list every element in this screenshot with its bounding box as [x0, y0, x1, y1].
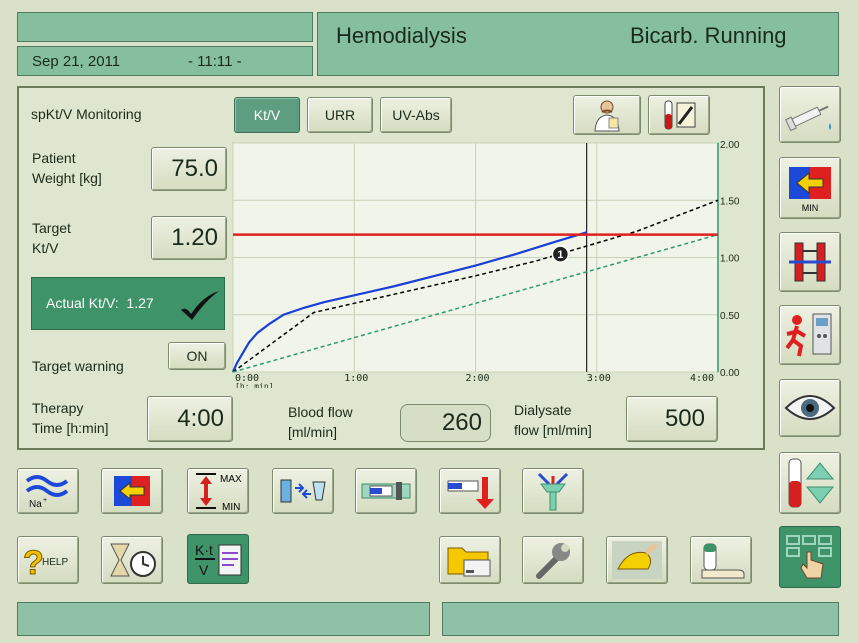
- tab-uv-abs[interactable]: UV-Abs: [380, 97, 452, 133]
- folder-button[interactable]: [439, 536, 501, 584]
- tab-urr[interactable]: URR: [307, 97, 373, 133]
- blood-flow-value[interactable]: 260: [400, 404, 491, 442]
- cleaning-button[interactable]: [606, 536, 668, 584]
- disinfect-button[interactable]: [690, 536, 752, 584]
- x-unit-label: [h: min]: [235, 382, 274, 388]
- dialysate-flow-label: Dialysate flow [ml/min]: [514, 402, 592, 438]
- sodium-profile-button[interactable]: Na +: [17, 468, 79, 514]
- help-button[interactable]: ? HELP: [17, 536, 79, 584]
- filter-change-button[interactable]: [272, 468, 334, 514]
- blood-sample-button[interactable]: [648, 95, 710, 135]
- syringe-icon: [785, 105, 831, 131]
- connector-icon: [537, 472, 569, 511]
- ktv-button[interactable]: K·t V: [187, 534, 249, 584]
- panel-title: spKt/V Monitoring: [31, 106, 142, 122]
- filter-change-icon: [280, 479, 326, 503]
- level-adjust-icon: [788, 458, 835, 508]
- status-bar-left: [17, 602, 430, 636]
- eye-icon: [784, 395, 836, 420]
- date-time-box: Sep 21, 2011 - 11:11 -: [17, 46, 313, 76]
- min-uf-icon: MIN: [789, 167, 831, 213]
- x-tick-label: 1:00: [344, 373, 368, 384]
- sodium-profile-icon: Na +: [25, 475, 69, 510]
- dialyzer-disinfect-icon: [701, 543, 745, 579]
- level-adjust-button[interactable]: [779, 452, 841, 514]
- wrench-icon: [536, 543, 570, 579]
- emergency-exit-icon: [785, 313, 832, 357]
- blood-flow-label: Blood flow [ml/min]: [288, 404, 353, 440]
- header-blank-box: [17, 12, 313, 42]
- target-ktv-label: Target Kt/V: [32, 220, 71, 256]
- status-bar-right: [442, 602, 839, 636]
- mode-status-box: Hemodialysis Bicarb. Running: [317, 12, 839, 76]
- doctor-button[interactable]: [573, 95, 641, 135]
- max-min-limits-icon: MAX MIN: [196, 473, 242, 512]
- y-tick-label: 0.00: [720, 368, 740, 379]
- ktv-icon: K·t V: [195, 542, 242, 578]
- svg-text:V: V: [199, 562, 209, 578]
- patient-weight-value[interactable]: 75.0: [151, 147, 227, 191]
- svg-text:Na: Na: [29, 499, 42, 510]
- svg-text:MIN: MIN: [802, 203, 819, 213]
- patient-weight-label: Patient Weight [kg]: [32, 150, 102, 186]
- y-tick-label: 1.50: [720, 196, 740, 207]
- doctor-icon: [594, 100, 620, 132]
- date-text: Sep 21, 2011: [32, 53, 121, 70]
- actual-ktv-box: Actual Kt/V: 1.27: [31, 277, 225, 330]
- y-tick-label: 1.00: [720, 254, 740, 265]
- y-tick-label: 0.50: [720, 311, 740, 322]
- target-warning-toggle[interactable]: ON: [168, 342, 226, 370]
- uf-profile-icon: [114, 476, 150, 506]
- clamp-button[interactable]: [779, 232, 841, 292]
- actual-ktv-text: Actual Kt/V: 1.27: [46, 295, 154, 311]
- folder-card-icon: [447, 547, 491, 577]
- marker-label: 1: [557, 249, 563, 261]
- blood-sample-icon: [664, 100, 696, 130]
- timer-button[interactable]: [101, 536, 163, 584]
- checkmark-icon: [181, 291, 219, 320]
- time-text: - 11:11 -: [188, 53, 242, 70]
- target-warning-label: Target warning: [32, 358, 124, 374]
- target-ktv-value[interactable]: 1.20: [151, 216, 227, 260]
- ktv-chart: 0:00 1:00 2:00 3:00 4:002.001.501.000.500.00…: [231, 140, 740, 388]
- svg-text:MIN: MIN: [222, 502, 240, 512]
- uf-profile-button[interactable]: [101, 468, 163, 514]
- touch-menu-button[interactable]: [779, 526, 841, 588]
- svg-text:K·t: K·t: [195, 542, 213, 558]
- heparin-pump-icon: [361, 482, 411, 500]
- dialysate-flow-value[interactable]: 500: [626, 396, 718, 442]
- help-label: HELP: [42, 557, 69, 568]
- y-tick-label: 2.00: [720, 140, 740, 151]
- bloodline-clamp-icon: [789, 242, 831, 282]
- cleaning-icon: [612, 541, 662, 579]
- timer-clock-icon: [110, 543, 156, 577]
- svg-text:?: ?: [23, 544, 44, 580]
- therapy-time-label: Therapy Time [h:min]: [32, 400, 109, 436]
- bolus-infusion-icon: [447, 477, 494, 509]
- min-uf-button[interactable]: MIN: [779, 157, 841, 219]
- x-tick-label: 4:00: [690, 373, 714, 384]
- emergency-exit-button[interactable]: [779, 305, 841, 365]
- syringe-button[interactable]: [779, 86, 841, 143]
- therapy-status: Bicarb. Running: [630, 23, 787, 48]
- therapy-mode: Hemodialysis: [336, 23, 467, 48]
- service-button[interactable]: [522, 536, 584, 584]
- tab-ktv[interactable]: Kt/V: [234, 97, 300, 133]
- x-tick-label: 2:00: [466, 373, 490, 384]
- touch-menu-icon: [786, 535, 832, 579]
- x-tick-label: 3:00: [587, 373, 611, 384]
- therapy-time-value[interactable]: 4:00: [147, 396, 233, 442]
- svg-text:+: +: [43, 497, 47, 504]
- eye-button[interactable]: [779, 379, 841, 437]
- connector-button[interactable]: [522, 468, 584, 514]
- bolus-button[interactable]: [439, 468, 501, 514]
- max-min-button[interactable]: MAX MIN: [187, 468, 249, 514]
- heparin-pump-button[interactable]: [355, 468, 417, 514]
- svg-text:MAX: MAX: [220, 474, 242, 485]
